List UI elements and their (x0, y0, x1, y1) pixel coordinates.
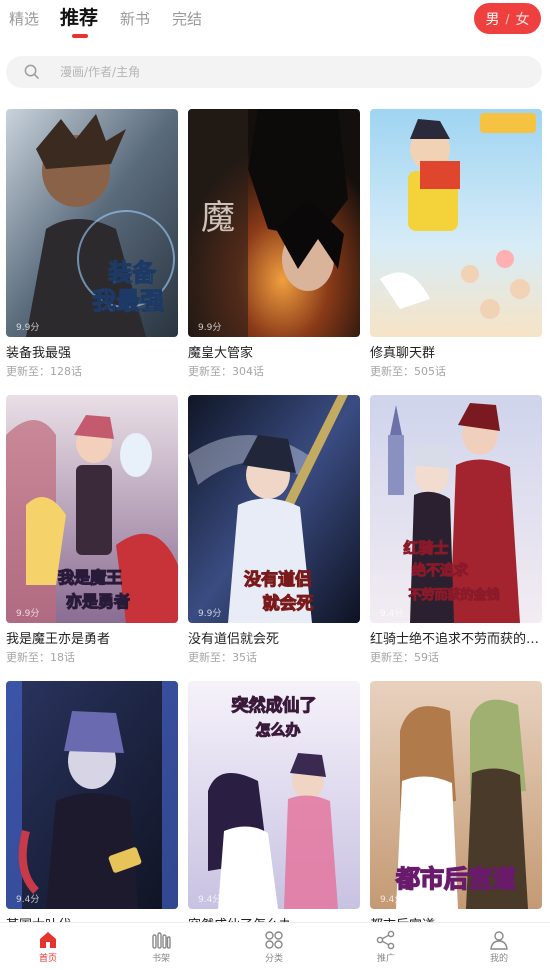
comic-card[interactable]: 没有道侣 就会死 9.9分 没有道侣就会死 更新至：35话 (188, 395, 360, 670)
nav-label: 首页 (38, 954, 57, 964)
cover-title-line2: 就会死 (263, 593, 314, 614)
comic-update: 更新至：128话 (6, 365, 82, 378)
comic-card[interactable]: 突然成仙了 怎么办 9.4分 突然成仙了怎么办 (188, 681, 360, 956)
nav-bookshelf[interactable]: 书架 (131, 929, 191, 965)
gender-separator: / (505, 11, 510, 26)
comic-title[interactable]: 修真聊天群 (370, 345, 542, 363)
comic-card[interactable]: 修真聊天群 更新至：505话 (370, 109, 542, 384)
comic-cover[interactable]: 魔 9.9分 (188, 109, 360, 337)
search-icon (24, 64, 39, 79)
cover-title-line1: 装备 (108, 259, 157, 287)
gender-female[interactable]: 女 (516, 9, 530, 29)
comic-card[interactable]: 红骑士 绝不追求 不劳而获的金钱 9.4分 红骑士绝不追求不劳而获的… 更新至：… (370, 395, 542, 670)
score-badge: 9.9分 (198, 609, 222, 619)
nav-home[interactable]: 首页 (18, 929, 78, 965)
active-tab-indicator (72, 34, 88, 38)
comic-cover[interactable]: 突然成仙了 怎么办 9.4分 (188, 681, 360, 909)
cover-title-line1: 红骑士 (403, 539, 448, 557)
tab-recommended[interactable]: 推荐 (60, 6, 98, 30)
home-icon (40, 932, 56, 948)
comic-title[interactable]: 我是魔王亦是勇者 (6, 631, 178, 649)
score-badge: 9.9分 (16, 609, 40, 619)
share-icon (376, 930, 395, 950)
cover-title-line3: 不劳而获的金钱 (408, 587, 499, 603)
cover-title-line2: 我最强 (92, 287, 164, 315)
comic-title[interactable]: 装备我最强 (6, 345, 178, 363)
search-input[interactable] (60, 56, 520, 88)
cover-title-line1: 我是魔王 (58, 568, 122, 587)
comic-title[interactable]: 红骑士绝不追求不劳而获的… (370, 631, 542, 649)
comic-cover[interactable]: 红骑士 绝不追求 不劳而获的金钱 9.4分 (370, 395, 542, 623)
tab-new-books[interactable]: 新书 (120, 9, 150, 29)
comic-cover[interactable]: 没有道侣 就会死 9.9分 (188, 395, 360, 623)
comic-title[interactable]: 没有道侣就会死 (188, 631, 360, 649)
comic-cover[interactable]: 都市后宫道 9.4分 (370, 681, 542, 909)
score-badge: 9.9分 (16, 323, 40, 333)
cover-title-line2: 怎么办 (255, 721, 300, 739)
gender-male[interactable]: 男 (485, 9, 499, 29)
app-page: 精选 推荐 新书 完结 男 / 女 漫画/作者/主角 装备 我最强 9.9分 装… (0, 0, 550, 970)
comic-cover[interactable]: 9.4分 (6, 681, 178, 909)
nav-label: 分类 (264, 954, 283, 964)
score-badge: 9.9分 (198, 323, 222, 333)
comic-update: 更新至：304话 (188, 365, 264, 378)
nav-label: 推广 (376, 954, 395, 964)
nav-label: 书架 (151, 954, 170, 964)
cover-title-line2: 亦是勇者 (66, 592, 130, 611)
score-badge: 9.4分 (198, 895, 222, 905)
gender-toggle[interactable]: 男 / 女 (474, 3, 541, 34)
tab-completed[interactable]: 完结 (172, 9, 202, 29)
search-bar[interactable] (6, 56, 542, 88)
cover-title: 都市后宫道 (395, 865, 516, 893)
comic-update: 更新至：35话 (188, 651, 257, 664)
bookshelf-icon (152, 932, 171, 949)
cover-title-line1: 突然成仙了 (232, 695, 317, 716)
score-badge: 9.4分 (380, 609, 404, 619)
bottom-nav: 首页 书架 分类 推广 我的 (0, 922, 550, 970)
top-tab-bar: 精选 推荐 新书 完结 男 / 女 (0, 0, 550, 40)
comic-cover[interactable]: 我是魔王 亦是勇者 9.9分 (6, 395, 178, 623)
comic-update: 更新至：59话 (370, 651, 439, 664)
score-badge: 9.4分 (380, 895, 404, 905)
comic-card[interactable]: 魔 9.9分 魔皇大管家 更新至：304话 (188, 109, 360, 384)
comic-card[interactable]: 9.4分 某国大叶代 (6, 681, 178, 956)
category-icon (265, 931, 283, 949)
nav-category[interactable]: 分类 (244, 929, 304, 965)
cover-glyph: 魔 (201, 198, 235, 238)
comic-card[interactable]: 都市后宫道 9.4分 都市后宫道 (370, 681, 542, 956)
comic-cover[interactable]: 装备 我最强 9.9分 (6, 109, 178, 337)
nav-promote[interactable]: 推广 (356, 929, 416, 965)
profile-icon (490, 931, 508, 950)
comic-update: 更新至：18话 (6, 651, 75, 664)
nav-label: 我的 (489, 954, 508, 964)
comic-card[interactable]: 装备 我最强 9.9分 装备我最强 更新至：128话 (6, 109, 178, 384)
comic-cover[interactable] (370, 109, 542, 337)
comic-card[interactable]: 我是魔王 亦是勇者 9.9分 我是魔王亦是勇者 更新至：18话 (6, 395, 178, 670)
cover-title-line2: 绝不追求 (412, 562, 469, 579)
tab-featured[interactable]: 精选 (9, 9, 39, 29)
comic-title[interactable]: 魔皇大管家 (188, 345, 360, 363)
comic-update: 更新至：505话 (370, 365, 446, 378)
nav-profile[interactable]: 我的 (469, 929, 529, 965)
cover-title-line1: 没有道侣 (244, 569, 312, 590)
score-badge: 9.4分 (16, 895, 40, 905)
